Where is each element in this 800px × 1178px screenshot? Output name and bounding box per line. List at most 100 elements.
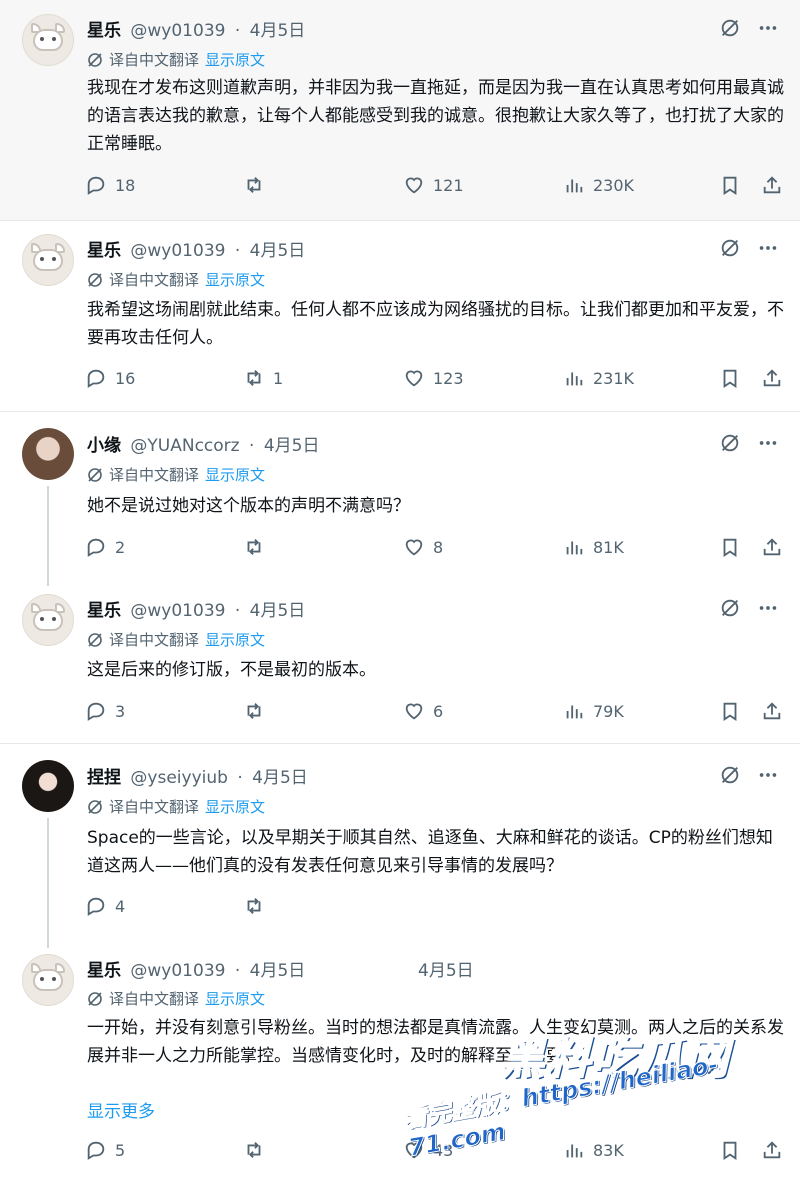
show-more-link[interactable]: 显示更多: [87, 1097, 155, 1122]
author-name[interactable]: 星乐: [87, 961, 121, 981]
like-button[interactable]: 6: [403, 700, 443, 722]
tweet-date[interactable]: 4月5日: [250, 961, 306, 981]
retweet-icon: [247, 370, 261, 386]
translation-label: 译自中文翻译: [109, 798, 200, 816]
tweet-text: 这是后来的修订版，不是最初的版本。: [87, 660, 376, 680]
separator: ·: [237, 768, 243, 788]
retweet-button[interactable]: [243, 700, 273, 722]
translation-note: 译自中文翻译 显示原文: [87, 988, 265, 1009]
show-original-link[interactable]: 显示原文: [205, 990, 265, 1008]
views-button[interactable]: 231K: [563, 367, 634, 389]
author-handle[interactable]: @yseiyyiub: [130, 768, 228, 788]
divider: [0, 411, 800, 412]
bookmark-button[interactable]: [719, 367, 741, 389]
avatar[interactable]: [22, 594, 74, 646]
translation-note: 译自中文翻译 显示原文: [87, 49, 265, 70]
more-icon[interactable]: [756, 763, 780, 787]
like-button[interactable]: 121: [403, 174, 464, 196]
bookmark-button[interactable]: [719, 700, 741, 722]
reply-icon: [87, 702, 105, 721]
reply-button[interactable]: 16: [85, 367, 135, 389]
bookmark-button[interactable]: [719, 174, 741, 196]
author-name[interactable]: 星乐: [87, 21, 121, 41]
author-name[interactable]: 星乐: [87, 601, 121, 621]
reply-button[interactable]: 5: [85, 1139, 125, 1161]
translate-off-icon[interactable]: [718, 596, 742, 620]
author-handle[interactable]: @wy01039: [130, 21, 225, 41]
translate-off-icon[interactable]: [718, 236, 742, 260]
tweet-date[interactable]: 4月5日: [264, 436, 320, 456]
author-name[interactable]: 小缘: [87, 436, 121, 456]
views-button[interactable]: 83K: [563, 1139, 624, 1161]
tweet-date[interactable]: 4月5日: [250, 601, 306, 621]
avatar[interactable]: [22, 14, 74, 66]
reply-button[interactable]: 18: [85, 174, 135, 196]
reply-button[interactable]: 3: [85, 700, 125, 722]
avatar[interactable]: [22, 428, 74, 480]
retweet-button[interactable]: [243, 174, 273, 196]
like-icon: [405, 370, 423, 387]
author-handle[interactable]: @wy01039: [130, 601, 225, 621]
bookmark-button[interactable]: [719, 1139, 741, 1161]
show-original-link[interactable]: 显示原文: [205, 271, 265, 289]
retweet-icon: [247, 703, 261, 719]
reply-button[interactable]: 2: [85, 536, 125, 558]
share-button[interactable]: [761, 367, 783, 389]
views-icon: [566, 372, 583, 386]
share-button[interactable]: [761, 174, 783, 196]
bookmark-button[interactable]: [719, 536, 741, 558]
author-name[interactable]: 星乐: [87, 241, 121, 261]
author-handle[interactable]: @wy01039: [130, 241, 225, 261]
show-original-link[interactable]: 显示原文: [205, 466, 265, 484]
share-button[interactable]: [761, 700, 783, 722]
globe-icon: [87, 632, 103, 648]
globe-icon: [87, 272, 103, 288]
reply-button[interactable]: 4: [85, 895, 125, 917]
avatar[interactable]: [22, 954, 74, 1006]
show-original-link[interactable]: 显示原文: [205, 631, 265, 649]
translate-off-icon[interactable]: [718, 763, 742, 787]
author-name[interactable]: 捏捏: [87, 768, 121, 788]
retweet-button[interactable]: 1: [243, 367, 283, 389]
views-button[interactable]: 79K: [563, 700, 624, 722]
like-button[interactable]: 123: [403, 367, 464, 389]
globe-icon: [87, 52, 103, 68]
views-icon: [566, 179, 583, 193]
share-button[interactable]: [761, 1139, 783, 1161]
separator: ·: [249, 436, 255, 456]
views-button[interactable]: 230K: [563, 174, 634, 196]
like-button[interactable]: 8: [403, 536, 443, 558]
retweet-button[interactable]: [243, 895, 273, 917]
tweet-text: 她不是说过她对这个版本的声明不满意吗？: [87, 496, 410, 516]
views-icon: [566, 705, 583, 719]
tweet-actions: 4: [85, 895, 785, 923]
avatar[interactable]: [22, 234, 74, 286]
avatar[interactable]: [22, 760, 74, 812]
share-button[interactable]: [761, 536, 783, 558]
tweet-date[interactable]: 4月5日: [252, 768, 308, 788]
show-original-link[interactable]: 显示原文: [205, 798, 265, 816]
translation-label: 译自中文翻译: [109, 631, 200, 649]
more-icon[interactable]: [756, 236, 780, 260]
tweet-date[interactable]: 4月5日: [250, 21, 306, 41]
globe-icon: [87, 991, 103, 1007]
translate-off-icon[interactable]: [718, 431, 742, 455]
tweet-actions: 16 1 123 231K: [85, 367, 785, 395]
retweet-button[interactable]: [243, 1139, 273, 1161]
show-original-link[interactable]: 显示原文: [205, 51, 265, 69]
share-icon: [763, 1141, 781, 1159]
more-icon[interactable]: [756, 596, 780, 620]
translation-note: 译自中文翻译 显示原文: [87, 796, 265, 817]
author-handle[interactable]: @wy01039: [130, 961, 225, 981]
reply-count: 4: [115, 896, 126, 916]
reply-icon: [87, 897, 105, 916]
views-button[interactable]: 81K: [563, 536, 624, 558]
more-icon[interactable]: [756, 16, 780, 40]
reply-icon: [87, 176, 105, 195]
author-handle[interactable]: @YUANccorz: [130, 436, 239, 456]
more-icon[interactable]: [756, 431, 780, 455]
tweet-date[interactable]: 4月5日: [250, 241, 306, 261]
retweet-button[interactable]: [243, 536, 273, 558]
translate-off-icon[interactable]: [718, 16, 742, 40]
views-count: 231K: [593, 368, 635, 388]
